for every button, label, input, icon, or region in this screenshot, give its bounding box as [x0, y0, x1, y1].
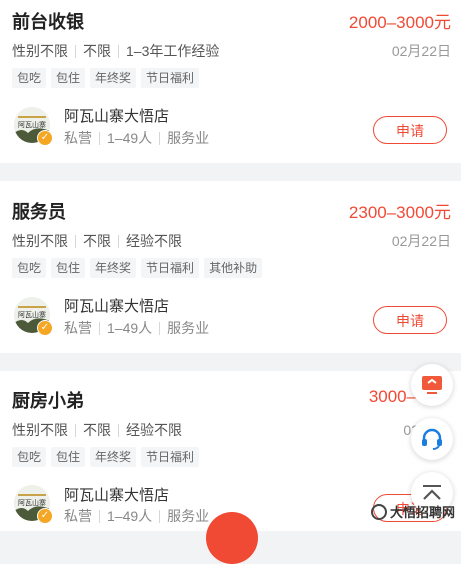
- experience-requirement: 经验不限: [126, 233, 182, 249]
- experience-requirement: 1–3年工作经验: [126, 43, 220, 59]
- benefit-tag: 年终奖: [90, 258, 137, 278]
- wechat-logo-icon: [370, 503, 387, 520]
- company-info: 私营 1–49人 服务业: [64, 128, 209, 148]
- experience-requirement: 经验不限: [126, 422, 182, 438]
- verified-badge-icon: ✓: [37, 320, 53, 336]
- job-salary: 2000–3000元: [348, 13, 451, 32]
- job-title: 服务员: [12, 202, 66, 222]
- benefit-tag: 包吃: [12, 447, 47, 467]
- benefit-tag: 其他补助: [204, 258, 263, 278]
- gender-requirement: 性别不限: [12, 233, 68, 249]
- benefit-tag: 年终奖: [90, 447, 137, 467]
- gender-requirement: 性别不限: [12, 422, 68, 438]
- logo-text: 阿瓦山寨: [18, 120, 46, 129]
- benefit-tag: 包吃: [12, 258, 47, 278]
- benefit-tag: 包住: [51, 68, 86, 88]
- post-date: 02月22日: [391, 43, 451, 59]
- company-industry: 服务业: [167, 130, 210, 146]
- job-card[interactable]: 服务员 2300–3000元 性别不限 不限 经验不限 02月22日 包吃 包住…: [0, 181, 461, 353]
- job-requirements: 性别不限 不限 1–3年工作经验: [12, 41, 219, 61]
- company-size: 1–49人: [107, 320, 153, 336]
- apply-button[interactable]: 申请: [373, 306, 447, 334]
- company-industry: 服务业: [167, 508, 210, 524]
- job-requirements: 性别不限 不限 经验不限: [12, 231, 182, 251]
- watermark-text: 大悟招聘网: [389, 505, 455, 520]
- company-type: 私营: [64, 130, 92, 146]
- benefit-tag: 节日福利: [141, 447, 200, 467]
- benefit-tag: 年终奖: [90, 68, 137, 88]
- benefit-tag: 包住: [51, 447, 86, 467]
- headset-icon: [422, 428, 442, 450]
- company-name: 阿瓦山寨大悟店: [64, 108, 170, 125]
- company-info: 私营 1–49人 服务业: [64, 506, 209, 526]
- job-title: 前台收银: [12, 12, 84, 32]
- watermark: 大悟招聘网: [370, 502, 455, 521]
- benefit-tag: 节日福利: [141, 68, 200, 88]
- benefit-tag: 包住: [51, 258, 86, 278]
- verified-badge-icon: ✓: [37, 130, 53, 146]
- post-date: 02月22日: [391, 233, 451, 249]
- job-title: 厨房小弟: [12, 391, 84, 411]
- gender-requirement: 性别不限: [12, 43, 68, 59]
- company-name: 阿瓦山寨大悟店: [64, 487, 170, 504]
- red-action-button[interactable]: [206, 512, 258, 564]
- company-type: 私营: [64, 508, 92, 524]
- monitor-button[interactable]: [411, 364, 453, 406]
- benefit-tag: 包吃: [12, 68, 47, 88]
- age-requirement: 不限: [83, 422, 111, 438]
- company-size: 1–49人: [107, 508, 153, 524]
- job-salary: 2300–3000元: [348, 203, 451, 222]
- company-info: 私营 1–49人 服务业: [64, 318, 209, 338]
- company-industry: 服务业: [167, 320, 210, 336]
- benefit-tags: 包吃 包住 年终奖 节日福利: [12, 447, 204, 467]
- company-name: 阿瓦山寨大悟店: [64, 298, 170, 315]
- logo-text: 阿瓦山寨: [18, 310, 46, 319]
- customer-service-button[interactable]: [411, 418, 453, 460]
- benefit-tags: 包吃 包住 年终奖 节日福利: [12, 68, 204, 88]
- monitor-icon: [422, 376, 442, 394]
- company-type: 私营: [64, 320, 92, 336]
- benefit-tag: 节日福利: [141, 258, 200, 278]
- apply-button[interactable]: 申请: [373, 116, 447, 144]
- job-card[interactable]: 前台收银 2000–3000元 性别不限 不限 1–3年工作经验 02月22日 …: [0, 0, 461, 163]
- company-size: 1–49人: [107, 130, 153, 146]
- age-requirement: 不限: [83, 233, 111, 249]
- logo-text: 阿瓦山寨: [18, 498, 46, 507]
- job-requirements: 性别不限 不限 经验不限: [12, 420, 182, 440]
- age-requirement: 不限: [83, 43, 111, 59]
- verified-badge-icon: ✓: [37, 508, 53, 524]
- benefit-tags: 包吃 包住 年终奖 节日福利 其他补助: [12, 258, 267, 278]
